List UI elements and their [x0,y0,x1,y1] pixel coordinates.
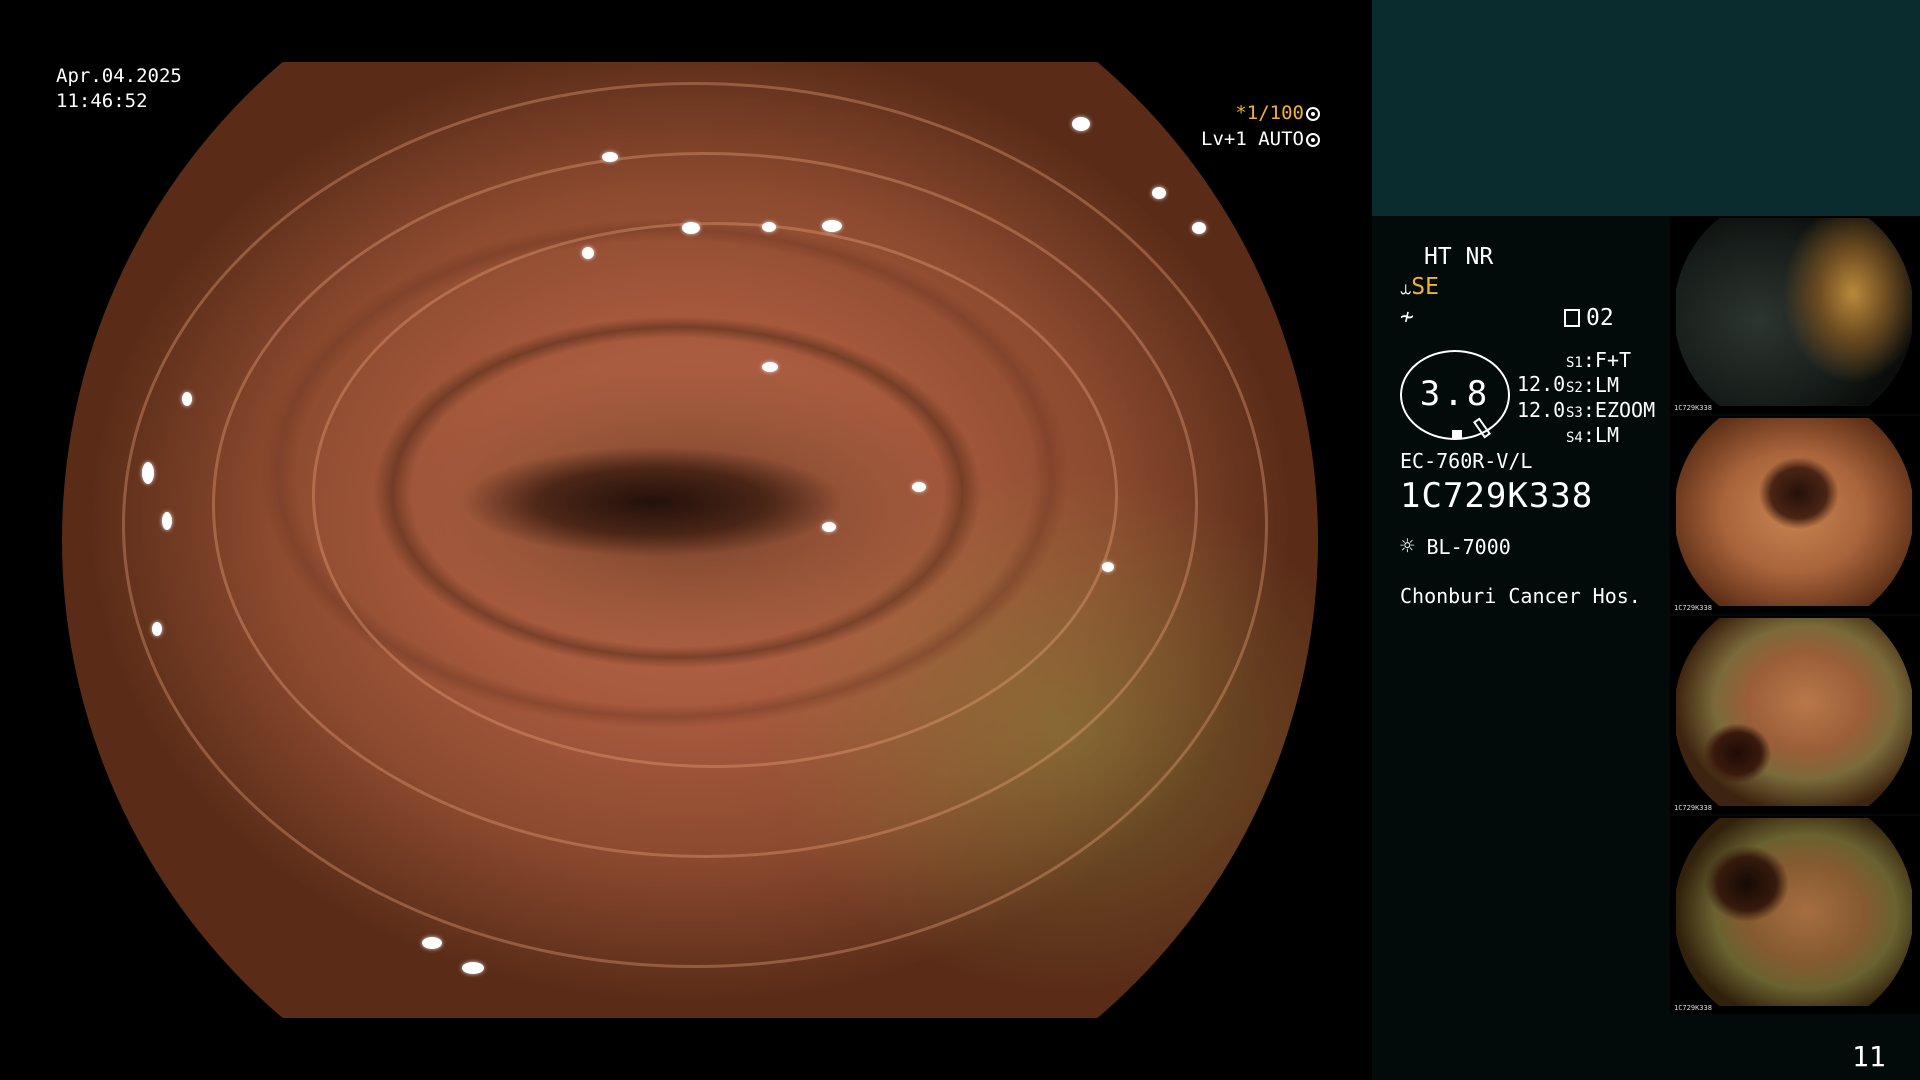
thumbnail-image [1676,418,1912,606]
specular-highlight [582,247,594,259]
mucosal-fold [122,82,1268,968]
switch-row: S4:LM [1566,423,1619,447]
freeze-icon: ≁ [1400,304,1414,330]
iris-icon [1306,133,1320,147]
memory-row: 02 [1564,305,1614,331]
thumbnail-caption: 1C729K338 [1674,1004,1712,1012]
specular-highlight [762,222,776,232]
specular-highlight [822,220,842,232]
specular-highlight [912,482,926,492]
specular-highlight [762,362,778,372]
freeze-row: ≁ [1400,304,1414,330]
switch-row: S1:F+T [1566,348,1632,372]
specular-highlight [1152,187,1166,199]
specular-highlight [422,937,442,949]
thumbnail-3[interactable]: 1C729K338 [1670,616,1920,814]
thumbnail-caption: 1C729K338 [1674,604,1712,612]
gauge-value: 3.8 [1419,374,1491,414]
thumbnail-image [1676,618,1912,806]
specular-highlight [1192,222,1206,234]
zoom-gauge: 3.8 [1400,350,1510,440]
thumbnail-1[interactable]: 1C729K338 [1670,216,1920,414]
thumbnail-caption: 1C729K338 [1674,804,1712,812]
specular-highlight [142,462,154,484]
specular-highlight [152,622,162,636]
value-b: 12.0 [1517,398,1566,422]
memory-number: 02 [1586,305,1614,331]
light-source-row: ☼ BL-7000 [1400,532,1511,560]
scope-serial: 1C729K338 [1400,476,1594,516]
specular-highlight [1102,562,1114,572]
endoscope-image [62,62,1318,1018]
color-mode: SE [1411,274,1439,300]
hospital-name: Chonburi Cancer Hos. [1400,584,1641,608]
gauge-needle [1472,417,1492,439]
specular-highlight [602,152,618,162]
scope-icon: ⥿ [1400,275,1412,299]
thumbnail-caption: 1C729K338 [1674,404,1712,412]
value-a: 12.0 [1517,372,1566,396]
switch-row: S2:LM [1566,373,1619,397]
structure-enhancement: HT NR [1424,244,1494,270]
specular-highlight [462,962,484,974]
specular-highlight [182,392,192,406]
color-mode-row: ⥿SE [1400,274,1439,300]
endoscope-viewport: Apr.04.2025 11:46:52 *1/100 Lv+1 AUTO [0,0,1372,1080]
shutter-speed: *1/100 [1235,102,1304,124]
panel-header [1372,0,1920,216]
light-source-icon: ☼ [1400,532,1415,560]
info-panel: HT NR ⥿SE ≁ 02 3.8 12.0 12.0 S1:F+T S2:L… [1372,0,1920,1080]
light-source: BL-7000 [1426,535,1511,559]
shutter-icon [1306,107,1320,121]
specular-highlight [822,522,836,532]
thumbnail-image [1676,818,1912,1006]
specular-highlight [162,512,172,530]
gauge-mark [1452,430,1462,438]
shutter-readout: *1/100 [0,100,1320,126]
switch-row: S3:EZOOM [1566,398,1656,422]
thumbnail-4[interactable]: 1C729K338 [1670,816,1920,1014]
page-number: 11 [1852,1040,1886,1073]
thumbnail-2[interactable]: 1C729K338 [1670,416,1920,614]
specular-highlight [682,222,700,234]
memory-icon [1564,309,1580,327]
exam-date: Apr.04.2025 [56,65,182,87]
thumbnail-image [1676,218,1912,406]
exposure-mode: Lv+1 AUTO [1201,128,1304,150]
scope-model: EC-760R-V/L [1400,449,1533,473]
exposure-readout: Lv+1 AUTO [1150,128,1320,150]
